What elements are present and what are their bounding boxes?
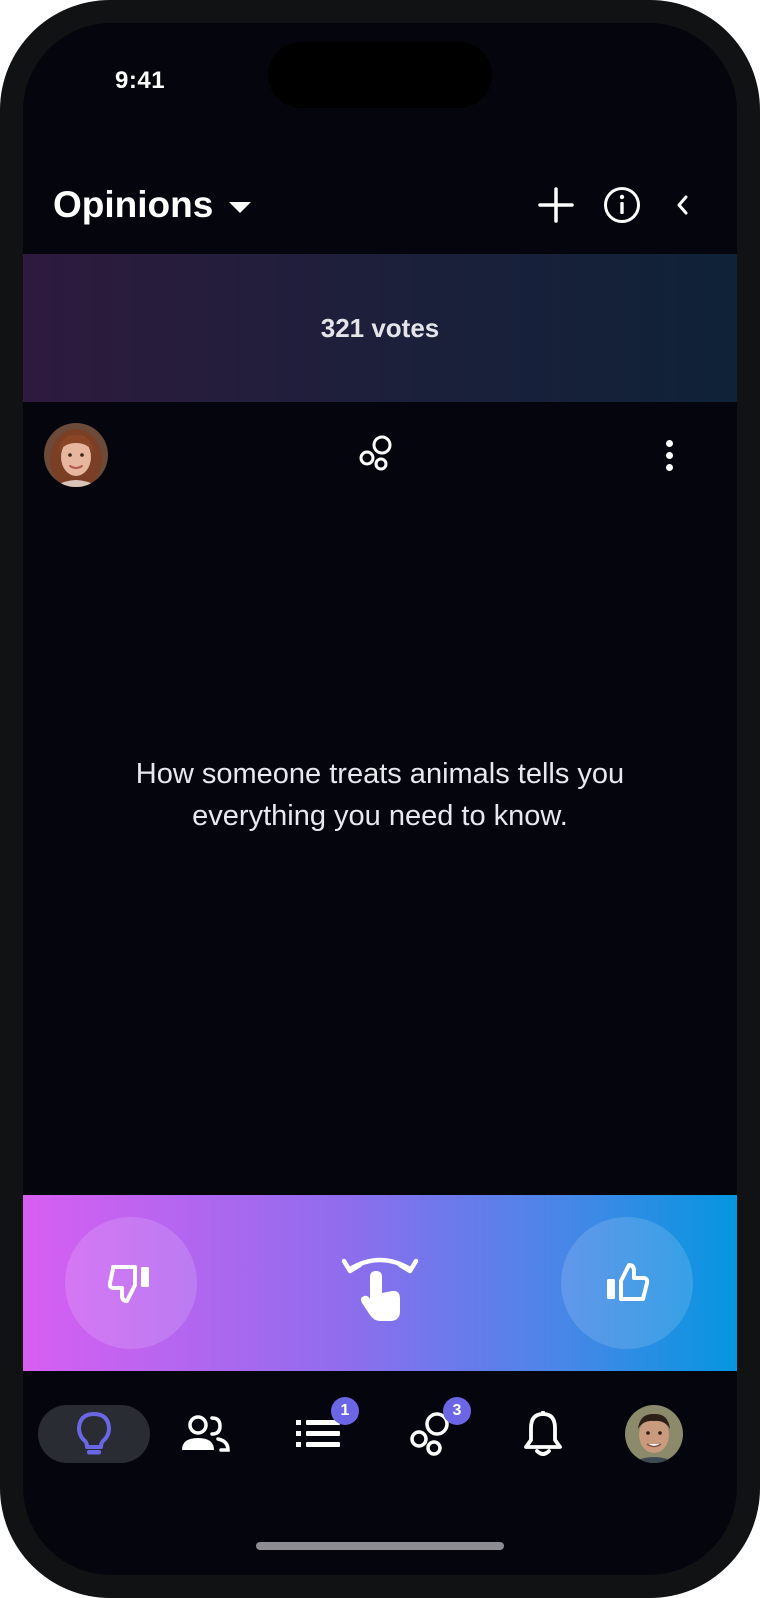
- tab-profile[interactable]: [609, 1405, 699, 1463]
- disagree-button[interactable]: [65, 1217, 197, 1349]
- circles-badge: 3: [443, 1397, 471, 1425]
- more-options-icon[interactable]: [651, 435, 687, 475]
- bell-icon: [524, 1411, 562, 1456]
- tab-notifications[interactable]: [498, 1405, 588, 1463]
- votes-count: 321 votes: [320, 312, 440, 343]
- bottom-tab-bar: 1 3: [23, 1393, 737, 1483]
- swipe-gesture-icon[interactable]: [340, 1247, 420, 1327]
- status-time: 9:41: [115, 67, 166, 94]
- people-icon: [182, 1415, 230, 1452]
- author-avatar[interactable]: [44, 423, 108, 487]
- info-icon[interactable]: [602, 185, 642, 225]
- page-title: Opinions: [53, 184, 214, 225]
- plus-icon[interactable]: [536, 185, 576, 225]
- chevron-left-icon[interactable]: [663, 185, 703, 225]
- home-indicator[interactable]: [256, 1542, 504, 1550]
- bubbles-icon: [356, 433, 396, 473]
- profile-avatar: [625, 1405, 683, 1463]
- opinion-statement: How someone treats animals tells you eve…: [135, 758, 625, 832]
- tab-lists[interactable]: 1: [273, 1397, 363, 1463]
- tab-ideas[interactable]: [38, 1405, 150, 1463]
- lists-badge: 1: [331, 1397, 359, 1425]
- tab-circles[interactable]: 3: [386, 1397, 476, 1463]
- votes-banner: 321 votes: [23, 254, 737, 402]
- title-dropdown[interactable]: Opinions: [53, 163, 252, 247]
- tab-people[interactable]: [160, 1405, 250, 1463]
- phone-frame: 9:41 Opinions 321 votes How someone trea…: [0, 0, 760, 1598]
- post-author-row: [23, 423, 737, 489]
- caret-down-icon: [229, 201, 252, 213]
- agree-button[interactable]: [561, 1217, 693, 1349]
- thumbs-up-icon: [607, 1263, 650, 1301]
- vote-bar: [23, 1195, 737, 1371]
- dynamic-island: [268, 42, 492, 108]
- header: Opinions: [23, 163, 737, 247]
- app-screen: 9:41 Opinions 321 votes How someone trea…: [23, 23, 737, 1575]
- thumbs-down-icon: [107, 1265, 149, 1303]
- lightbulb-icon: [77, 1412, 111, 1455]
- list-icon: [296, 1420, 340, 1447]
